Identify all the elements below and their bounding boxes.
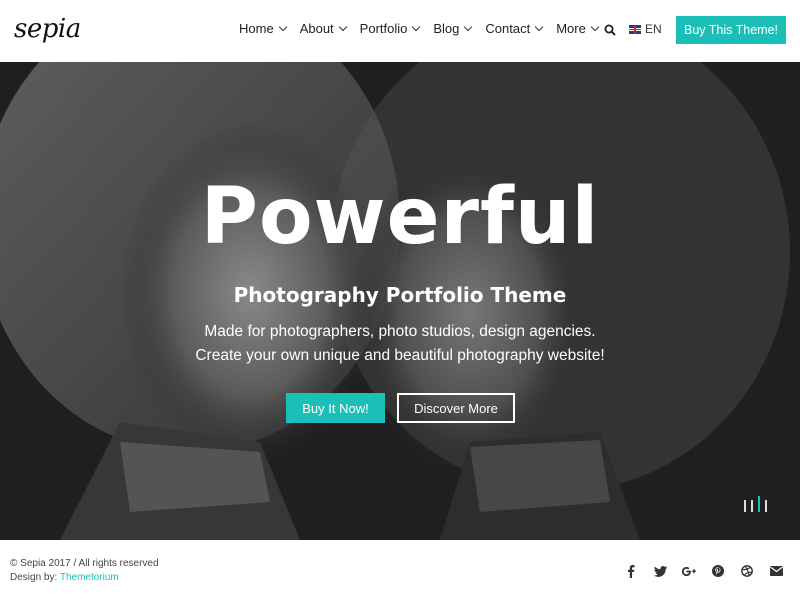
nav-item-contact[interactable]: Contact bbox=[485, 21, 544, 36]
hero-description-line: Made for photographers, photo studios, d… bbox=[204, 323, 596, 340]
twitter-icon[interactable] bbox=[653, 564, 667, 578]
pinterest-icon[interactable] bbox=[711, 564, 725, 578]
nav-item-home[interactable]: Home bbox=[239, 21, 287, 36]
language-switcher[interactable]: EN bbox=[629, 22, 662, 36]
nav-item-label: Home bbox=[239, 21, 274, 36]
buy-it-now-button[interactable]: Buy It Now! bbox=[286, 393, 385, 423]
hero-slider: Powerful Photography Portfolio Theme Mad… bbox=[0, 62, 800, 540]
chevron-down-icon bbox=[464, 22, 473, 32]
google-plus-icon[interactable] bbox=[682, 564, 696, 578]
slide-indicator[interactable] bbox=[744, 500, 746, 512]
uk-flag-icon bbox=[629, 24, 641, 34]
social-links bbox=[624, 564, 798, 578]
nav-item-label: Blog bbox=[433, 21, 460, 36]
design-credit-label: Design by: bbox=[10, 572, 60, 583]
main-nav: Home About Portfolio Blog Contact More bbox=[239, 21, 612, 36]
chevron-down-icon bbox=[278, 22, 287, 32]
discover-more-button[interactable]: Discover More bbox=[397, 393, 515, 423]
language-label: EN bbox=[645, 22, 662, 36]
slide-indicator-active[interactable] bbox=[758, 496, 760, 512]
chevron-down-icon bbox=[534, 22, 544, 32]
nav-item-label: Contact bbox=[485, 21, 531, 36]
site-header: sepia Home About Portfolio Blog Contact … bbox=[0, 0, 800, 62]
copyright-text: © Sepia 2017 / All rights reserved bbox=[10, 558, 159, 569]
hero-subtitle: Photography Portfolio Theme bbox=[233, 283, 567, 307]
hero-title: Powerful bbox=[200, 172, 600, 262]
chevron-down-icon bbox=[338, 22, 347, 32]
nav-item-blog[interactable]: Blog bbox=[433, 21, 473, 36]
nav-item-portfolio[interactable]: Portfolio bbox=[359, 21, 421, 36]
chevron-down-icon bbox=[590, 22, 600, 32]
slide-indicator[interactable] bbox=[765, 500, 767, 512]
hero-description: Made for photographers, photo studios, d… bbox=[0, 320, 800, 368]
site-footer: © Sepia 2017 / All rights reserved Desig… bbox=[0, 540, 800, 600]
design-credit: Design by: Themetorium bbox=[10, 572, 119, 583]
nav-item-label: More bbox=[556, 21, 586, 36]
buy-theme-button[interactable]: Buy This Theme! bbox=[676, 16, 786, 44]
slider-indicators bbox=[744, 496, 772, 512]
nav-item-about[interactable]: About bbox=[299, 21, 347, 36]
chevron-down-icon bbox=[412, 22, 421, 32]
themetorium-link[interactable]: Themetorium bbox=[60, 572, 119, 583]
nav-item-label: About bbox=[299, 21, 334, 36]
facebook-icon[interactable] bbox=[624, 564, 638, 578]
slide-indicator[interactable] bbox=[751, 500, 753, 512]
site-logo[interactable]: sepia bbox=[14, 14, 81, 44]
dribbble-icon[interactable] bbox=[740, 564, 754, 578]
email-icon[interactable] bbox=[769, 564, 783, 578]
nav-item-more[interactable]: More bbox=[556, 21, 600, 36]
search-icon[interactable] bbox=[604, 24, 616, 36]
nav-item-label: Portfolio bbox=[359, 21, 408, 36]
hero-description-line: Create your own unique and beautiful pho… bbox=[195, 347, 605, 364]
